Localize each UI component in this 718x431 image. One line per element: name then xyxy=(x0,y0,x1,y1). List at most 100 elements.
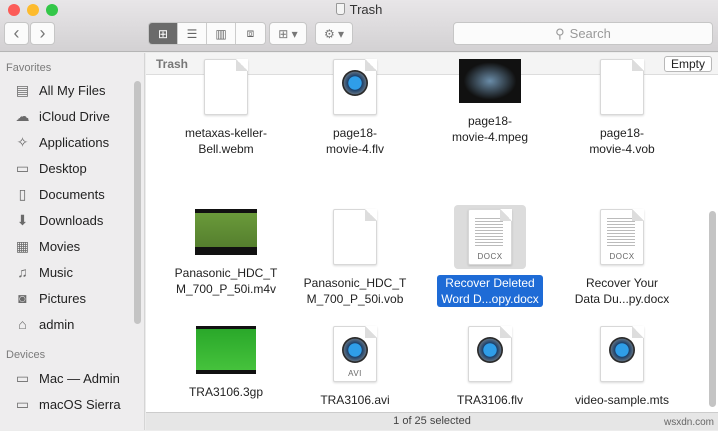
file-item[interactable]: metaxas-keller- Bell.webm xyxy=(166,55,286,158)
quicktime-file-icon xyxy=(600,326,644,382)
sidebar-item-pictures[interactable]: ◙ Pictures xyxy=(14,287,86,309)
file-name: TRA3106.avi xyxy=(320,393,390,407)
file-item[interactable]: DOCX Recover Your Data Du...py.docx xyxy=(562,205,682,308)
folder-icon: ▤ xyxy=(15,81,30,98)
file-name: Panasonic_HDC_T M_700_P_50i.vob xyxy=(303,276,407,306)
sidebar-item-label: Movies xyxy=(39,238,81,254)
file-item[interactable]: AVI TRA3106.avi xyxy=(295,322,415,409)
sidebar-item-label: Music xyxy=(39,264,73,280)
folder-icon: ☁ xyxy=(15,107,30,124)
search-input[interactable]: ⚲ Search xyxy=(453,22,713,45)
file-name: TRA3106.3gp xyxy=(188,385,264,399)
file-item[interactable]: TRA3106.flv xyxy=(430,322,550,409)
sidebar-item-documents[interactable]: ▯ Documents xyxy=(14,183,105,205)
list-view-button[interactable]: ☰ xyxy=(178,23,207,44)
file-name: page18- movie-4.mpeg xyxy=(451,114,529,144)
sidebar-item-label: macOS Sierra xyxy=(39,396,121,412)
arrange-button[interactable]: ⊞ ▾ xyxy=(269,22,307,45)
sidebar-item-downloads[interactable]: ⬇ Downloads xyxy=(14,209,104,231)
devices-header: Devices xyxy=(6,349,46,361)
sidebar-item-admin[interactable]: ⌂ admin xyxy=(14,313,74,335)
content-scrollbar[interactable] xyxy=(709,211,716,407)
video-thumbnail xyxy=(196,326,256,374)
video-thumbnail xyxy=(459,59,521,103)
file-name: video-sample.mts xyxy=(574,393,670,407)
file-item[interactable]: video-sample.mts xyxy=(562,322,682,409)
window-title-text: Trash xyxy=(349,2,383,17)
trash-icon xyxy=(335,3,345,15)
sidebar-device[interactable]: ▭ macOS Sierra xyxy=(14,393,121,415)
file-item[interactable]: Panasonic_HDC_T M_700_P_50i.m4v xyxy=(166,205,286,298)
document-icon xyxy=(600,59,644,115)
sidebar-item-label: Documents xyxy=(39,186,105,202)
folder-icon: ⌂ xyxy=(18,315,27,332)
file-item[interactable]: DOCX Recover Deleted Word D...opy.docx xyxy=(430,205,550,308)
drive-icon: ▭ xyxy=(15,395,30,412)
icon-view-button[interactable]: ⊞ xyxy=(149,23,178,44)
file-name: page18- movie-4.vob xyxy=(589,126,655,156)
sidebar-item-label: Downloads xyxy=(39,212,104,228)
sidebar-item-icloud-drive[interactable]: ☁ iCloud Drive xyxy=(14,105,110,127)
file-name: TRA3106.flv xyxy=(456,393,524,407)
sidebar-item-movies[interactable]: ▦ Movies xyxy=(14,235,80,257)
folder-icon: ♫ xyxy=(17,263,28,280)
file-type-tag: AVI xyxy=(348,369,362,378)
cover-flow-button[interactable]: ⧈ xyxy=(236,23,265,44)
sidebar-item-music[interactable]: ♫ Music xyxy=(14,261,73,283)
window-title: Trash xyxy=(0,2,718,17)
quicktime-file-icon xyxy=(333,59,377,115)
video-thumbnail xyxy=(195,209,257,255)
file-name: Recover Deleted Word D...opy.docx xyxy=(437,275,543,307)
sidebar-item-label: Desktop xyxy=(39,160,87,176)
sidebar-item-label: All My Files xyxy=(39,82,106,98)
view-mode-control: ⊞ ☰ ▥ ⧈ xyxy=(148,22,266,45)
drive-icon: ▭ xyxy=(15,369,30,386)
sidebar-scrollbar[interactable] xyxy=(134,81,141,324)
favorites-header: Favorites xyxy=(6,62,52,74)
file-item[interactable]: page18- movie-4.vob xyxy=(562,55,682,158)
file-name: page18- movie-4.flv xyxy=(325,126,384,156)
folder-icon: ✧ xyxy=(16,133,29,150)
folder-icon: ▯ xyxy=(18,185,27,202)
file-item[interactable]: page18- movie-4.mpeg xyxy=(430,55,550,146)
sidebar-item-label: Pictures xyxy=(39,290,86,306)
quicktime-file-icon: AVI xyxy=(333,326,377,382)
sidebar-item-applications[interactable]: ✧ Applications xyxy=(14,131,109,153)
back-button[interactable]: ‹ xyxy=(4,22,29,45)
file-type-tag: DOCX xyxy=(609,252,635,261)
document-icon xyxy=(333,209,377,265)
docx-file-icon: DOCX xyxy=(600,209,644,265)
selection-count: 1 of 25 selected xyxy=(393,415,471,427)
sidebar-item-label: Mac — Admin xyxy=(39,370,120,386)
title-bar: Trash ‹ › ⊞ ☰ ▥ ⧈ ⊞ ▾ ⚙ ▾ ⚲ Search xyxy=(0,0,718,52)
sidebar-device[interactable]: ▭ Mac — Admin xyxy=(14,367,120,389)
document-icon xyxy=(204,59,248,115)
file-item[interactable]: TRA3106.3gp xyxy=(166,322,286,401)
file-browser: Trash Empty metaxas-keller- Bell.webm page… xyxy=(146,53,718,412)
folder-icon: ▦ xyxy=(15,237,30,254)
sidebar: Favorites ▤ All My Files ☁ iCloud Drive ✧ App… xyxy=(0,53,145,430)
file-type-tag: DOCX xyxy=(477,252,503,261)
column-view-button[interactable]: ▥ xyxy=(207,23,236,44)
file-name: Recover Your Data Du...py.docx xyxy=(574,276,670,306)
search-icon: ⚲ xyxy=(555,25,565,41)
sidebar-item-desktop[interactable]: ▭ Desktop xyxy=(14,157,87,179)
quicktime-file-icon xyxy=(468,326,512,382)
sidebar-item-label: iCloud Drive xyxy=(39,108,110,124)
action-gear-button[interactable]: ⚙ ▾ xyxy=(315,22,353,45)
folder-icon: ⬇ xyxy=(16,211,29,228)
sidebar-item-label: Applications xyxy=(39,134,110,150)
search-placeholder: Search xyxy=(569,26,611,41)
sidebar-item-all-my-files[interactable]: ▤ All My Files xyxy=(14,79,106,101)
folder-icon: ◙ xyxy=(18,289,27,306)
file-name: metaxas-keller- Bell.webm xyxy=(184,126,268,156)
status-bar: 1 of 25 selected wsxdn.com xyxy=(146,412,718,430)
file-item[interactable]: page18- movie-4.flv xyxy=(295,55,415,158)
forward-button[interactable]: › xyxy=(30,22,55,45)
file-name: Panasonic_HDC_T M_700_P_50i.m4v xyxy=(174,266,278,296)
docx-file-icon: DOCX xyxy=(468,209,512,265)
watermark: wsxdn.com xyxy=(663,417,714,428)
folder-icon: ▭ xyxy=(15,159,30,176)
file-item[interactable]: Panasonic_HDC_T M_700_P_50i.vob xyxy=(295,205,415,308)
sidebar-item-label: admin xyxy=(39,316,75,332)
